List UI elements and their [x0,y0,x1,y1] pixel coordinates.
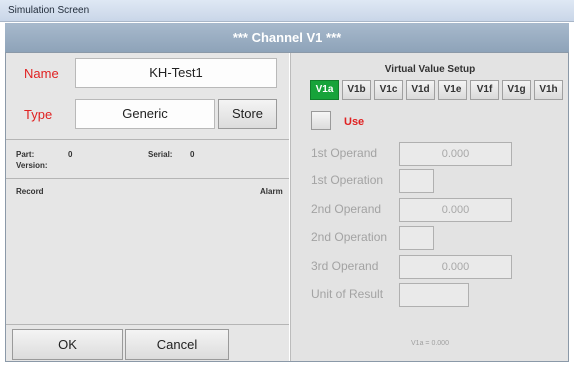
record-column-header: Record [16,187,44,196]
second-operation-field[interactable] [399,226,434,250]
window-title: Simulation Screen [8,5,90,16]
type-label: Type [24,107,53,122]
tab-v1e[interactable]: V1e [438,80,467,100]
use-label: Use [344,116,365,128]
part-value: 0 [68,150,73,159]
name-label: Name [24,66,59,81]
cancel-button[interactable]: Cancel [125,329,229,360]
third-operand-label: 3rd Operand [311,259,379,273]
window-titlebar: Simulation Screen [0,0,574,22]
store-button[interactable]: Store [218,99,277,129]
part-label: Part: [16,150,35,159]
tab-v1h[interactable]: V1h [534,80,563,100]
virtual-value-panel: Virtual Value Setup V1a V1b V1c V1d V1e … [290,53,568,361]
first-operand-field[interactable]: 0.000 [399,142,512,166]
tab-v1d[interactable]: V1d [406,80,435,100]
page-title: *** Channel V1 *** [5,23,569,52]
first-operation-field[interactable] [399,169,434,193]
result-text: V1a = 0.000 [411,340,449,347]
tab-v1c[interactable]: V1c [374,80,403,100]
serial-value: 0 [190,150,195,159]
unit-of-result-label: Unit of Result [311,287,384,301]
second-operation-label: 2nd Operation [311,230,388,244]
tab-v1b[interactable]: V1b [342,80,371,100]
type-field[interactable]: Generic [75,99,215,129]
first-operation-label: 1st Operation [311,173,384,187]
ok-button[interactable]: OK [12,329,123,360]
use-checkbox[interactable] [311,111,331,130]
tab-v1f[interactable]: V1f [470,80,499,100]
tab-v1a[interactable]: V1a [310,80,339,100]
virtual-value-setup-title: Virtual Value Setup [384,64,476,75]
unit-of-result-field[interactable] [399,283,469,307]
divider [6,178,289,179]
second-operand-field[interactable]: 0.000 [399,198,512,222]
serial-label: Serial: [148,150,173,159]
divider [6,139,289,140]
second-operand-label: 2nd Operand [311,202,382,216]
divider [6,324,289,325]
name-field[interactable]: KH-Test1 [75,58,277,88]
third-operand-field[interactable]: 0.000 [399,255,512,279]
tab-v1g[interactable]: V1g [502,80,531,100]
left-panel: Name KH-Test1 Type Generic Store Part: 0… [6,53,289,361]
alarm-column-header: Alarm [260,187,283,196]
version-label: Version: [16,161,48,170]
first-operand-label: 1st Operand [311,146,378,160]
